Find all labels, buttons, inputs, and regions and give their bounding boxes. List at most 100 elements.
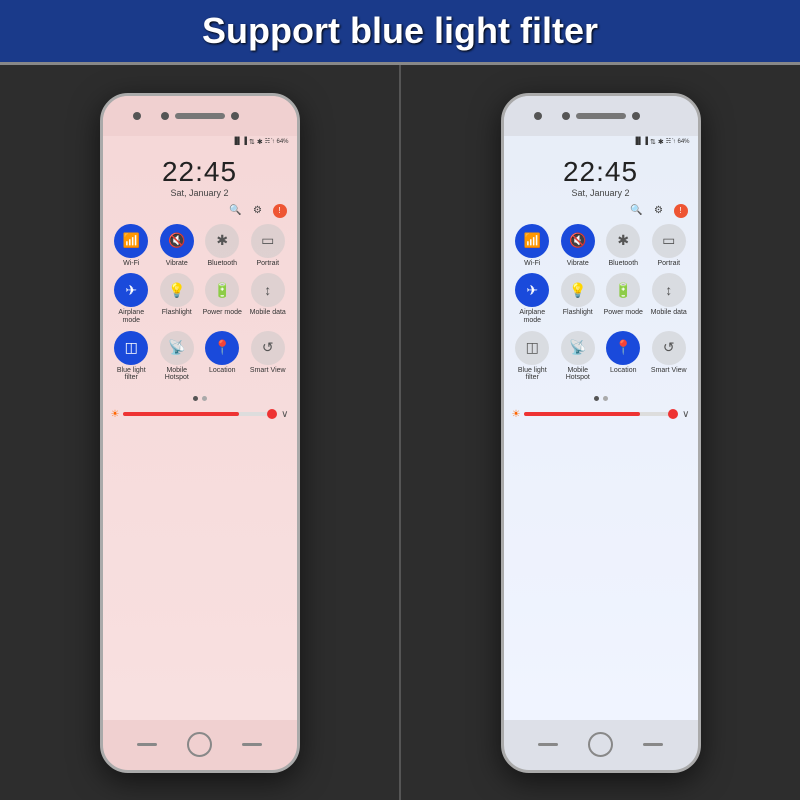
location-icon-left: 📍 [205,331,239,365]
qp-power-right[interactable]: 🔋 Power mode [603,273,643,324]
bluetooth-status-left: ✱ [257,138,263,146]
location-icon-right: 📍 [606,331,640,365]
qp-bluelight-left[interactable]: ◫ Blue light filter [111,331,151,382]
notification-dot-right: ! [674,204,688,218]
qs-search-row-right: 🔍 ⚙ ! [504,202,698,220]
search-icon-right[interactable]: 🔍 [630,204,644,218]
hotspot-icon-right: 📡 [561,331,595,365]
qp-hotspot-left[interactable]: 📡 Mobile Hotspot [157,331,197,382]
phone-bottom-right [504,720,698,770]
speaker-right [576,113,626,119]
qp-smartview-right[interactable]: ↺ Smart View [649,331,689,382]
clock-time-left: 22:45 [103,156,297,188]
airplane-label-left: Airplane mode [111,309,151,324]
chevron-icon-left[interactable]: ∨ [281,409,288,420]
power-label-right: Power mode [604,309,643,317]
content-area: ▐▌▐ ⇅ ✱ ☵ ᷾↑ 64% 22:45 Sat, January 2 🔍 … [0,65,800,800]
smartview-label-right: Smart View [651,367,687,375]
flashlight-label-right: Flashlight [563,309,593,317]
slider-track-right[interactable] [524,412,678,416]
header-banner: Support blue light filter [0,0,800,65]
qp-mobile-data-left[interactable]: ↕ Mobile data [248,273,288,324]
qp-wifi-right[interactable]: 📶 Wi-Fi [512,224,552,268]
qp-portrait-right[interactable]: ▭ Portrait [649,224,689,268]
slider-fill-right [524,412,639,416]
sensor-icon-left [231,112,239,120]
qp-vibrate-right[interactable]: 🔇 Vibrate [558,224,598,268]
qp-location-left[interactable]: 📍 Location [202,331,242,382]
qp-row-3-right: ◫ Blue light filter 📡 Mobile Hotspot 📍 L… [510,331,692,382]
pagination-left [103,392,297,405]
wifi-label-right: Wi-Fi [524,260,540,268]
quick-panel-right: 📶 Wi-Fi 🔇 Vibrate ✱ Bluetooth [504,220,698,392]
phone-left: ▐▌▐ ⇅ ✱ ☵ ᷾↑ 64% 22:45 Sat, January 2 🔍 … [100,93,300,773]
mobile-data-icon-right: ↕ [652,273,686,307]
portrait-label-right: Portrait [657,260,680,268]
bluelight-label-right: Blue light filter [512,367,552,382]
brightness-row-right[interactable]: ☀ ∨ [504,405,698,424]
vibrate-icon-left: 🔇 [160,224,194,258]
notification-dot-left: ! [273,204,287,218]
slider-track-left[interactable] [123,412,277,416]
left-phone-panel: ▐▌▐ ⇅ ✱ ☵ ᷾↑ 64% 22:45 Sat, January 2 🔍 … [0,65,401,800]
slider-thumb-right[interactable] [668,409,678,419]
back-button-left[interactable] [137,743,157,746]
bluelight-icon-left: ◫ [114,331,148,365]
recents-button-right[interactable] [643,743,663,746]
wifi-status-right: ⇅ [650,138,656,146]
qp-flashlight-right[interactable]: 💡 Flashlight [558,273,598,324]
vibrate-label-right: Vibrate [567,260,589,268]
search-icon-left[interactable]: 🔍 [229,204,243,218]
location-label-right: Location [610,367,636,375]
qp-power-left[interactable]: 🔋 Power mode [202,273,242,324]
airplane-icon-left: ✈ [114,273,148,307]
qp-mobile-data-right[interactable]: ↕ Mobile data [649,273,689,324]
home-button-right[interactable] [588,732,613,757]
dot-2-left [202,396,207,401]
phone-top-right [504,96,698,136]
phone-right: ▐▌▐ ⇅ ✱ ☵ ᷾↑ 64% 22:45 Sat, January 2 🔍 … [501,93,701,773]
qp-row-2-right: ✈ Airplane mode 💡 Flashlight 🔋 Power mod… [510,273,692,324]
back-button-right[interactable] [538,743,558,746]
brightness-row-left[interactable]: ☀ ∨ [103,405,297,424]
pagination-right [504,392,698,405]
camera-icon-right [562,112,570,120]
qp-airplane-left[interactable]: ✈ Airplane mode [111,273,151,324]
qp-flashlight-left[interactable]: 💡 Flashlight [157,273,197,324]
qp-smartview-left[interactable]: ↺ Smart View [248,331,288,382]
power-label-left: Power mode [203,309,242,317]
camera-icon-left [161,112,169,120]
page-wrapper: Support blue light filter ▐▌▐ ⇅ ✱ [0,0,800,800]
qp-vibrate-left[interactable]: 🔇 Vibrate [157,224,197,268]
mobile-data-icon-left: ↕ [251,273,285,307]
smartview-icon-right: ↺ [652,331,686,365]
qs-search-row-left: 🔍 ⚙ ! [103,202,297,220]
qp-hotspot-right[interactable]: 📡 Mobile Hotspot [558,331,598,382]
clock-date-left: Sat, January 2 [103,188,297,198]
recents-button-left[interactable] [242,743,262,746]
chevron-icon-right[interactable]: ∨ [682,409,689,420]
qp-portrait-left[interactable]: ▭ Portrait [248,224,288,268]
bluetooth-icon-left: ✱ [205,224,239,258]
qp-airplane-right[interactable]: ✈ Airplane mode [512,273,552,324]
qp-bluelight-right[interactable]: ◫ Blue light filter [512,331,552,382]
qp-bluetooth-right[interactable]: ✱ Bluetooth [603,224,643,268]
wifi-status-left: ⇅ [249,138,255,146]
slider-thumb-left[interactable] [267,409,277,419]
bluetooth-label-left: Bluetooth [207,260,237,268]
page-title: Support blue light filter [20,10,780,52]
qp-location-right[interactable]: 📍 Location [603,331,643,382]
hotspot-label-left: Mobile Hotspot [157,367,197,382]
qp-wifi-left[interactable]: 📶 Wi-Fi [111,224,151,268]
qp-bluetooth-left[interactable]: ✱ Bluetooth [202,224,242,268]
brightness-icon-right: ☀ [512,409,521,420]
gear-icon-right[interactable]: ⚙ [652,204,666,218]
flashlight-label-left: Flashlight [162,309,192,317]
screen-left: ▐▌▐ ⇅ ✱ ☵ ᷾↑ 64% 22:45 Sat, January 2 🔍 … [103,136,297,720]
gear-icon-left[interactable]: ⚙ [251,204,265,218]
clock-left: 22:45 Sat, January 2 [103,148,297,202]
qp-row-3-left: ◫ Blue light filter 📡 Mobile Hotspot 📍 L… [109,331,291,382]
home-button-left[interactable] [187,732,212,757]
right-phone-panel: ▐▌▐ ⇅ ✱ ☵ ᷾↑ 64% 22:45 Sat, January 2 🔍 … [401,65,800,800]
airplane-label-right: Airplane mode [512,309,552,324]
